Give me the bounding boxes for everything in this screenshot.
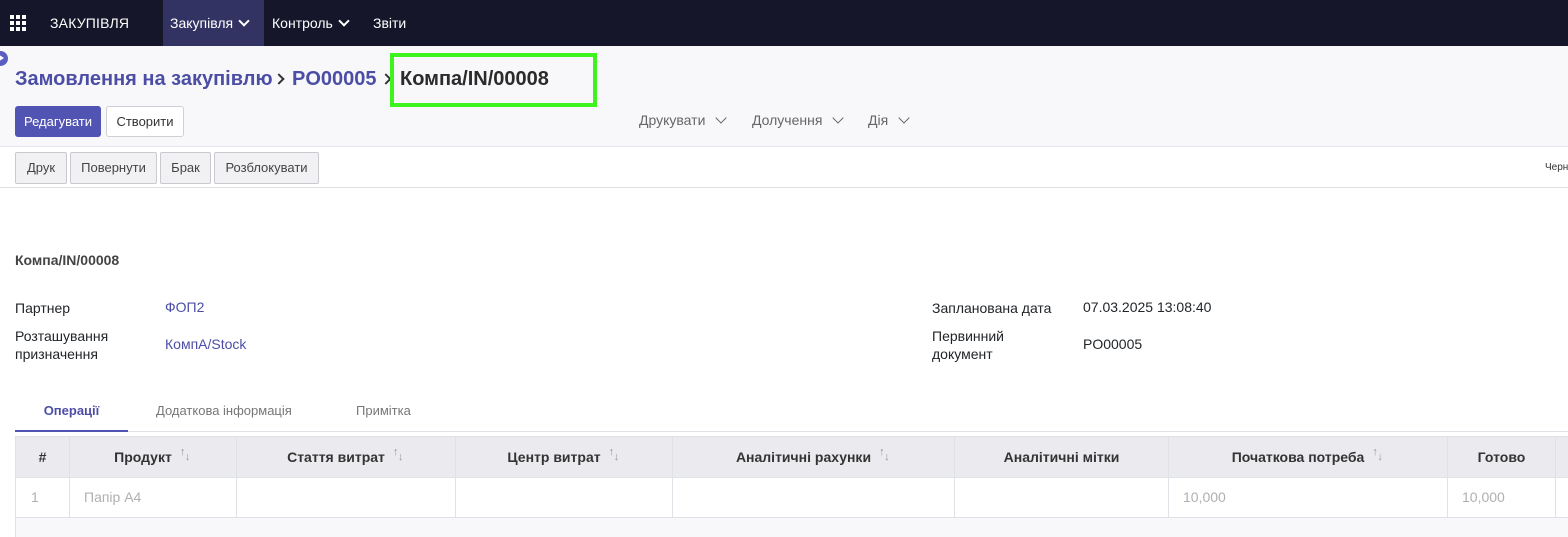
scheduled-date-field[interactable]: 07.03.2025 13:08:40 [1083, 299, 1211, 315]
source-document-field[interactable]: PO00005 [1083, 336, 1142, 352]
column-header-cost-center[interactable]: Центр витрат [456, 437, 673, 478]
chevron-down-icon [832, 112, 845, 124]
sort-icon [393, 445, 405, 464]
cell-number: 1 [16, 478, 70, 517]
cell-analytic-accounts[interactable] [673, 478, 955, 517]
column-header-analytic-tags[interactable]: Аналітичні мітки [955, 437, 1169, 478]
return-button[interactable]: Повернути [70, 152, 157, 184]
menu-reports[interactable]: Звіти [366, 0, 413, 46]
menu-control-label: Контроль [272, 15, 333, 31]
column-header-analytic-tags-label: Аналітичні мітки [1003, 449, 1120, 465]
column-header-done-label: Готово [1477, 449, 1526, 465]
cell-initial-demand[interactable]: 10,000 [1169, 478, 1448, 517]
menu-control[interactable]: Контроль [265, 0, 355, 46]
column-header-analytic-accounts[interactable]: Аналітичні рахунки [673, 437, 955, 478]
sort-icon [879, 445, 891, 464]
source-document-label: Первинний документ [932, 327, 1004, 363]
highlight-box [390, 53, 597, 107]
attachment-dropdown-label: Долучення [752, 112, 823, 128]
tab-additional-info[interactable]: Додаткова інформація [156, 392, 292, 432]
control-panel: Замовлення на закупівлю PO00005 Компа/IN… [0, 46, 1568, 146]
record-title: Компа/IN/00008 [15, 252, 120, 268]
table-row[interactable]: 1 Папір А4 10,000 10,000 [16, 478, 1568, 518]
source-document-label-line1: Первинний [932, 328, 1004, 344]
attachment-dropdown[interactable]: Долучення [752, 112, 845, 128]
cell-analytic-tags[interactable] [955, 478, 1169, 517]
create-button[interactable]: Створити [106, 106, 184, 137]
partner-label: Партнер [15, 300, 71, 316]
cell-cost-item[interactable] [237, 478, 456, 517]
table-header: # Продукт Стаття витрат Центр витрат Ана… [16, 436, 1568, 478]
print-dropdown-label: Друкувати [639, 112, 706, 128]
menu-reports-label: Звіти [373, 15, 407, 31]
sort-icon [1372, 445, 1384, 464]
app-brand[interactable]: ЗАКУПІВЛЯ [50, 15, 129, 31]
column-header-cost-item-label: Стаття витрат [287, 449, 385, 465]
column-header-number-label: # [38, 449, 47, 465]
column-header-analytic-accounts-label: Аналітичні рахунки [735, 449, 872, 465]
status-bar: Друк Повернути Брак Розблокувати Черн [0, 146, 1568, 188]
notebook-tabs: Операції Додаткова інформація Примітка [15, 392, 1568, 432]
print-dropdown[interactable]: Друкувати [639, 112, 728, 128]
destination-label-line2: призначення [15, 346, 98, 362]
chevron-down-icon [338, 15, 350, 27]
unlock-button[interactable]: Розблокувати [214, 152, 319, 184]
column-header-done[interactable]: Готово [1448, 437, 1556, 478]
operations-table: # Продукт Стаття витрат Центр витрат Ана… [15, 436, 1568, 537]
cell-done[interactable]: 10,000 [1448, 478, 1556, 517]
breadcrumb-order[interactable]: PO00005 [292, 68, 377, 91]
edit-button[interactable]: Редагувати [15, 106, 101, 137]
scheduled-date-label: Запланована дата [932, 300, 1052, 316]
action-dropdown-label: Дія [868, 112, 889, 128]
app-grid-icon[interactable] [10, 15, 26, 31]
chevron-down-icon [238, 15, 250, 27]
menu-purchase-label: Закупівля [170, 15, 234, 31]
column-header-cost-center-label: Центр витрат [507, 449, 601, 465]
tab-operations[interactable]: Операції [15, 392, 128, 432]
chevron-down-icon [715, 112, 728, 124]
chevron-down-icon [898, 112, 910, 124]
sort-icon [609, 445, 621, 464]
column-header-number[interactable]: # [16, 437, 70, 478]
sidebar-toggle-icon[interactable] [0, 51, 8, 66]
breadcrumb-purchase-orders[interactable]: Замовлення на закупівлю [15, 68, 273, 91]
scrap-button[interactable]: Брак [160, 152, 211, 184]
column-header-product-label: Продукт [114, 449, 172, 465]
action-dropdown[interactable]: Дія [868, 112, 910, 128]
tab-note[interactable]: Примітка [356, 392, 411, 432]
partner-field[interactable]: ФОП2 [165, 299, 204, 315]
source-document-label-line2: документ [932, 346, 993, 362]
destination-label-line1: Розташування [15, 328, 109, 344]
column-header-product[interactable]: Продукт [70, 437, 237, 478]
destination-label: Розташування призначення [15, 327, 108, 363]
print-button[interactable]: Друк [15, 152, 67, 184]
sort-icon [180, 445, 192, 464]
column-header-initial-demand[interactable]: Початкова потреба [1169, 437, 1448, 478]
status-indicator[interactable]: Черн [1545, 162, 1568, 173]
cell-cost-center[interactable] [456, 478, 673, 517]
column-header-initial-demand-label: Початкова потреба [1231, 449, 1365, 465]
destination-field[interactable]: КомпА/Stock [165, 336, 246, 352]
top-navbar: ЗАКУПІВЛЯ Закупівля Контроль Звіти [0, 0, 1568, 46]
breadcrumb-separator-icon [273, 73, 285, 85]
column-header-cost-item[interactable]: Стаття витрат [237, 437, 456, 478]
cell-product[interactable]: Папір А4 [70, 478, 237, 517]
menu-purchase[interactable]: Закупівля [163, 0, 264, 46]
